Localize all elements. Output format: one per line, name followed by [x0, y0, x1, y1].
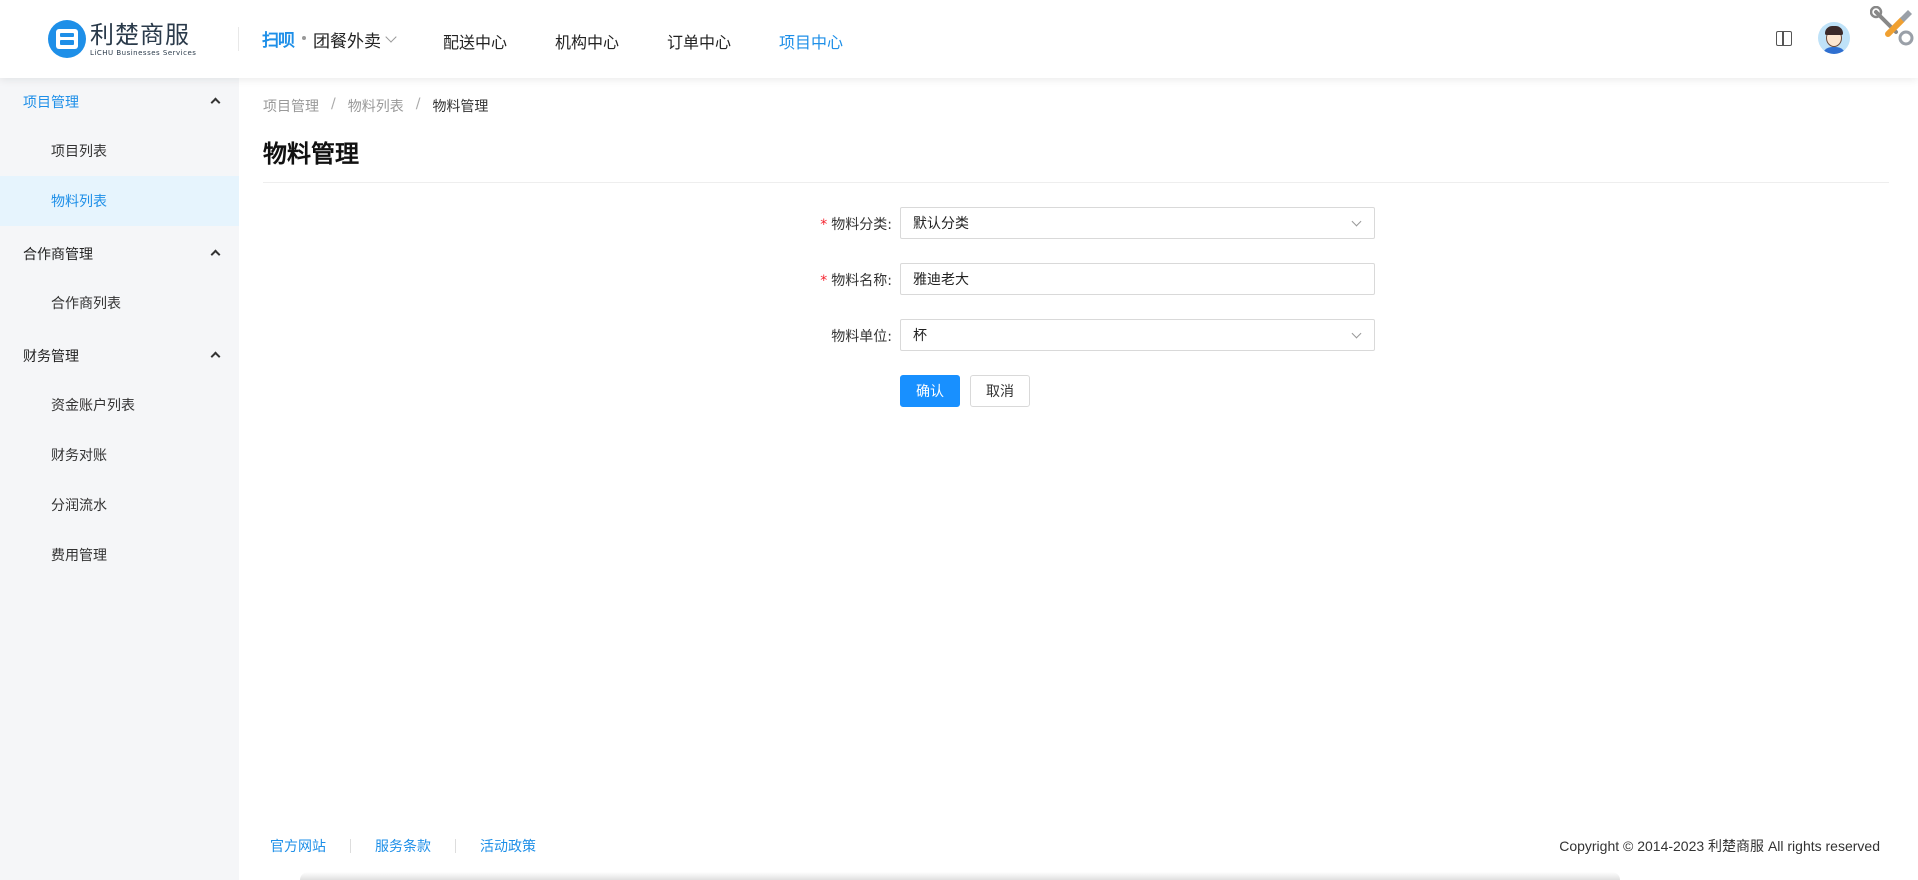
required-mark: *: [820, 273, 828, 289]
sidebar-item-reconciliation[interactable]: 财务对账: [0, 430, 239, 480]
name-label: * 物料名称:: [820, 273, 892, 289]
header-divider: [238, 27, 239, 51]
required-mark: *: [820, 217, 828, 233]
brand-logo[interactable]: 扫呗: [262, 26, 295, 51]
nav-project-center[interactable]: 项目中心: [779, 29, 843, 53]
logo-subtitle: LiCHU Businesses Services: [90, 48, 197, 57]
nav-org-center[interactable]: 机构中心: [555, 29, 619, 53]
page-title: 物料管理: [263, 140, 359, 168]
product-switcher-label: 团餐外卖: [313, 32, 381, 52]
chevron-up-icon: [210, 351, 221, 362]
chevron-down-icon: [1351, 216, 1362, 227]
breadcrumb-current: 物料管理: [432, 99, 489, 115]
unit-select[interactable]: 杯: [900, 319, 1375, 351]
brand-separator-dot: [302, 36, 306, 40]
sidebar-item-expense[interactable]: 费用管理: [0, 530, 239, 580]
nav-order-center[interactable]: 订单中心: [667, 29, 731, 53]
category-select[interactable]: 默认分类: [900, 207, 1375, 239]
footer-link-terms[interactable]: 服务条款: [375, 836, 431, 856]
footer-separator: [455, 839, 456, 853]
logo-title: 利楚商服: [90, 20, 190, 49]
sidebar-group-label: 合作商管理: [23, 247, 93, 263]
chevron-up-icon: [210, 249, 221, 260]
logo-icon: [48, 20, 86, 58]
bottom-shadow: [300, 872, 1620, 880]
form-row-category: * 物料分类: 默认分类: [0, 207, 1918, 239]
form-actions: 确认 取消: [0, 375, 1918, 407]
name-input-value: 雅迪老大: [913, 272, 969, 288]
footer-link-policy[interactable]: 活动政策: [480, 836, 536, 856]
nav-delivery-center[interactable]: 配送中心: [443, 29, 507, 53]
confirm-button[interactable]: 确认: [900, 375, 960, 407]
sidebar-group-project[interactable]: 项目管理: [0, 78, 239, 126]
cancel-button[interactable]: 取消: [970, 375, 1030, 407]
sidebar-item-project-list[interactable]: 项目列表: [0, 126, 239, 176]
book-icon[interactable]: [1776, 31, 1792, 46]
unit-label: 物料单位:: [831, 329, 892, 345]
chevron-down-icon: [1351, 328, 1362, 339]
category-select-value: 默认分类: [913, 216, 969, 232]
name-input[interactable]: 雅迪老大: [900, 263, 1375, 295]
unit-select-value: 杯: [913, 328, 927, 344]
breadcrumb-separator: /: [331, 96, 336, 112]
tools-icon[interactable]: [1870, 6, 1914, 48]
form-row-name: * 物料名称: 雅迪老大: [0, 263, 1918, 295]
title-divider: [263, 182, 1889, 183]
app-logo[interactable]: 利楚商服 LiCHU Businesses Services: [48, 18, 196, 60]
chevron-down-icon: [385, 31, 397, 43]
breadcrumb-separator: /: [415, 96, 421, 112]
footer-link-official-site[interactable]: 官方网站: [270, 836, 326, 856]
form-row-unit: 物料单位: 杯: [0, 319, 1918, 351]
sidebar: 项目管理 项目列表 物料列表 合作商管理 合作商列表 财务管理 资金账户列表 财…: [0, 78, 239, 880]
top-header: 利楚商服 LiCHU Businesses Services 扫呗 团餐外卖 配…: [0, 0, 1918, 78]
sidebar-group-label: 项目管理: [23, 95, 79, 111]
breadcrumb-item[interactable]: 项目管理: [263, 96, 319, 116]
sidebar-item-profit-flow[interactable]: 分润流水: [0, 480, 239, 530]
user-avatar[interactable]: [1818, 22, 1850, 54]
footer-links: 官方网站 服务条款 活动政策: [270, 836, 536, 856]
breadcrumb-item[interactable]: 物料列表: [348, 96, 404, 116]
footer-separator: [350, 839, 351, 853]
category-label: * 物料分类:: [820, 217, 892, 233]
chevron-up-icon: [210, 97, 221, 108]
breadcrumb: 项目管理 / 物料列表 / 物料管理: [263, 96, 488, 116]
copyright: Copyright © 2014-2023 利楚商服 All rights re…: [1559, 838, 1880, 854]
product-switcher[interactable]: 团餐外卖: [313, 27, 397, 52]
